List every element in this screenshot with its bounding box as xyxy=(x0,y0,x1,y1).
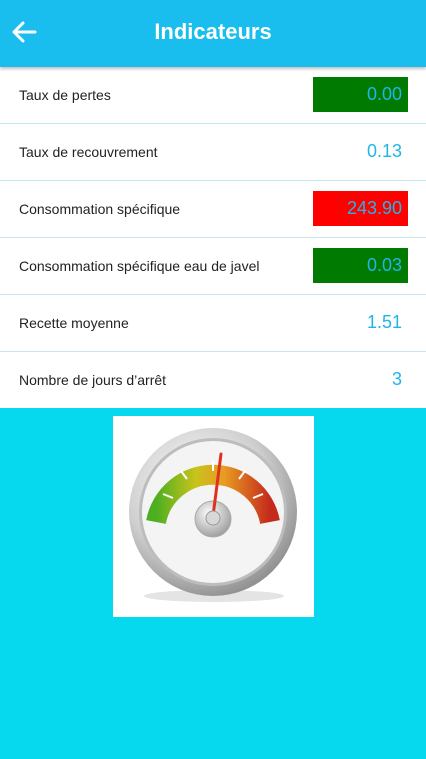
page-title: Indicateurs xyxy=(154,19,272,44)
app-header: Indicateurs xyxy=(0,0,426,67)
indicator-value: 243.90 xyxy=(313,191,408,226)
indicator-value: 0.03 xyxy=(313,248,408,283)
indicator-value: 0.00 xyxy=(313,77,408,112)
indicator-label: Consommation spécifique xyxy=(19,201,181,217)
indicator-label: Consommation spécifique eau de javel xyxy=(19,258,260,274)
indicator-label: Recette moyenne xyxy=(19,315,129,331)
indicator-value: 0.13 xyxy=(366,141,402,161)
indicator-row-nombre-jours-arret[interactable]: Nombre de jours d’arrêt 3 xyxy=(0,352,426,408)
gauge-image xyxy=(113,416,314,617)
indicators-list: Taux de pertes 0.00 Taux de recouvrement… xyxy=(0,67,426,408)
indicator-row-taux-de-recouvrement[interactable]: Taux de recouvrement 0.13 xyxy=(0,124,426,181)
indicator-row-taux-de-pertes[interactable]: Taux de pertes 0.00 xyxy=(0,67,426,124)
indicator-value: 1.51 xyxy=(366,312,402,332)
indicator-row-consommation-eau-de-javel[interactable]: Consommation spécifique eau de javel 0.0… xyxy=(0,238,426,295)
indicator-label: Taux de pertes xyxy=(19,87,111,103)
indicator-label: Nombre de jours d’arrêt xyxy=(19,372,167,388)
speedometer-gauge-icon xyxy=(129,428,297,602)
indicator-row-recette-moyenne[interactable]: Recette moyenne 1.51 xyxy=(0,295,426,352)
indicator-label: Taux de recouvrement xyxy=(19,144,158,160)
indicator-row-consommation-specifique[interactable]: Consommation spécifique 243.90 xyxy=(0,181,426,238)
indicator-value: 3 xyxy=(391,369,402,389)
